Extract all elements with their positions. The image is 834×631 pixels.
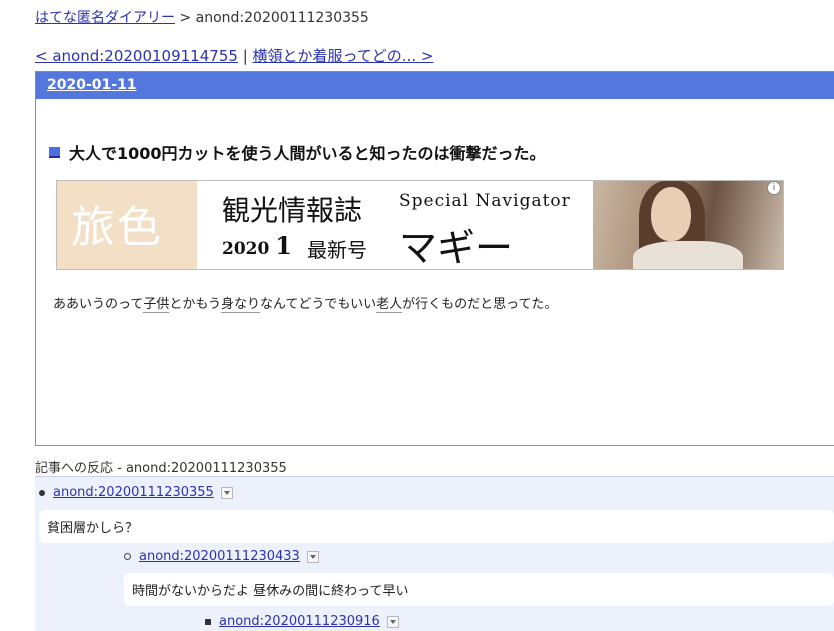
ad-tagline: Special Navigator xyxy=(399,191,571,211)
ad-photo-face xyxy=(651,187,691,241)
ad-brand: 旅色 xyxy=(71,202,163,253)
chevron-down-icon[interactable] xyxy=(386,615,399,628)
prev-entry-link[interactable]: < anond:20200109114755 xyxy=(35,47,238,65)
body-text-part: とかもう xyxy=(169,297,221,312)
ad-year: 2020 xyxy=(222,239,270,259)
ad-headline: 観光情報誌 xyxy=(222,194,363,227)
day-entry: 2020-01-11 大人で1000円カットを使う人間がいると知ったのは衝撃だっ… xyxy=(35,71,834,446)
bullet-icon xyxy=(124,553,131,560)
reaction-link[interactable]: anond:20200111230355 xyxy=(53,485,214,500)
entry-body: ああいうのって子供とかもう身なりなんてどうでもいい老人が行くものだと思ってた。 xyxy=(53,293,558,313)
breadcrumb-current: anond:20200111230355 xyxy=(195,10,369,26)
reaction-text: 貧困層かしら？ xyxy=(39,510,834,543)
reactions-area: anond:20200111230355 貧困層かしら？ anond:20200… xyxy=(35,476,834,631)
breadcrumb: はてな匿名ダイアリー > anond:20200111230355 xyxy=(35,7,369,27)
reactions-heading: 記事への反応 - anond:20200111230355 xyxy=(35,461,287,476)
section-title-text: 大人で1000円カットを使う人間がいると知ったのは衝撃だった。 xyxy=(69,144,546,163)
ad-photo-coat xyxy=(633,241,743,269)
ad-brand-panel: 旅色 xyxy=(57,181,197,269)
site-home-link[interactable]: はてな匿名ダイアリー xyxy=(35,10,175,26)
chevron-down-icon[interactable] xyxy=(306,550,319,563)
bullet-icon xyxy=(39,489,45,496)
reaction-item: anond:20200111230355 xyxy=(39,485,233,500)
ad-month: 1 xyxy=(275,231,292,260)
day-header: 2020-01-11 xyxy=(36,72,834,99)
section-title: 大人で1000円カットを使う人間がいると知ったのは衝撃だった。 xyxy=(49,140,546,164)
reaction-item: anond:20200111230433 xyxy=(124,549,319,564)
ad-name: マギー xyxy=(399,226,514,270)
reaction-text: 時間がないからだよ 昼休みの間に終わって早い xyxy=(124,573,834,606)
keyword-link[interactable]: 子供 xyxy=(143,297,170,313)
square-icon[interactable] xyxy=(49,146,60,158)
keyword-link[interactable]: 老人 xyxy=(376,297,403,313)
body-text-part: なんてどうでもいい xyxy=(260,297,377,312)
breadcrumb-separator: > xyxy=(179,10,192,26)
ad-issue: 最新号 xyxy=(307,238,367,262)
reaction-link[interactable]: anond:20200111230433 xyxy=(139,549,300,564)
reaction-link[interactable]: anond:20200111230916 xyxy=(219,614,380,629)
bullet-icon xyxy=(205,618,211,625)
ad-info-icon[interactable]: i xyxy=(767,181,781,195)
body-text-part: ああいうのって xyxy=(53,297,144,312)
chevron-down-icon[interactable] xyxy=(220,486,233,499)
pager-divider: | xyxy=(242,47,248,65)
keyword-link[interactable]: 身なり xyxy=(221,297,261,313)
ad-photo xyxy=(593,181,783,269)
reaction-item: anond:20200111230916 xyxy=(205,614,399,629)
entry-pager: < anond:20200109114755 | 横領とか着服ってどの... > xyxy=(35,45,433,66)
body-text-part: が行くものだと思ってた。 xyxy=(402,297,558,312)
ad-date: 2020 1 xyxy=(222,231,292,260)
ad-banner[interactable]: 旅色 観光情報誌 2020 1 最新号 Special Navigator マギ… xyxy=(56,180,784,270)
date-link[interactable]: 2020-01-11 xyxy=(47,77,137,93)
next-entry-link[interactable]: 横領とか着服ってどの... > xyxy=(253,47,434,65)
